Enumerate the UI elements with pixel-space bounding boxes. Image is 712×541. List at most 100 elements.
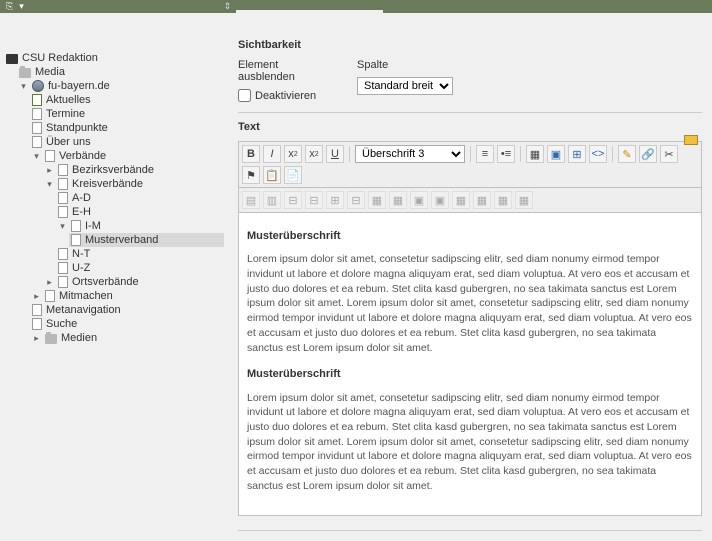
language-flag-icon[interactable] [684,135,698,145]
page-icon [45,290,55,302]
page-icon [32,136,42,148]
del-row-icon[interactable]: ⊟ [305,191,323,209]
table-x-icon[interactable]: ▦ [452,191,470,209]
merge-cells-icon[interactable]: ▦ [368,191,386,209]
tree-medien[interactable]: ▸ Medien [30,331,224,345]
tree-im[interactable]: ▾ I-M [56,219,224,233]
tree-icon[interactable]: ⎘ [6,1,13,12]
expand-icon[interactable]: ▸ [45,278,54,287]
bold-icon[interactable]: B [242,145,260,163]
page-tree-sidebar: CSU Redaktion Media ▾ fu-bayern.de [0,13,228,541]
tree-mitmachen[interactable]: ▸ Mitmachen [30,289,224,303]
row-props-icon[interactable]: ▥ [263,191,281,209]
tree-standpunkte[interactable]: Standpunkte [30,121,224,135]
insert-col-icon[interactable]: ⊞ [326,191,344,209]
superscript-icon[interactable]: x2 [305,145,323,163]
italic-icon[interactable]: I [263,145,281,163]
deactivate-checkbox[interactable]: Deaktivieren [238,89,333,102]
collapse-icon[interactable]: ▾ [19,82,28,91]
column-label: Spalte [357,59,453,71]
ordered-list-icon[interactable]: ≡ [476,145,494,163]
tree-site[interactable]: ▾ fu-bayern.de [17,79,224,93]
subscript-icon[interactable]: x2 [284,145,302,163]
expand-icon[interactable]: ▸ [45,166,54,175]
paste-icon[interactable]: 📋 [263,166,281,184]
sample-heading-2: Musterüberschrift [247,367,693,382]
page-icon [71,234,81,246]
tree-root-csu[interactable]: CSU Redaktion [4,51,224,65]
anchor-icon[interactable]: ⚑ [242,166,260,184]
tree-termine[interactable]: Termine [30,107,224,121]
tree-kreisverbaende[interactable]: ▾ Kreisverbände [43,177,224,191]
tree-suche[interactable]: Suche [30,317,224,331]
tree-ad[interactable]: A-D [56,191,224,205]
paste-text-icon[interactable]: 📄 [284,166,302,184]
deactivate-input[interactable] [238,89,251,102]
hide-element-label: Element ausblenden [238,59,333,83]
cell-props-icon[interactable]: ▣ [410,191,428,209]
tree-label: Kreisverbände [72,178,143,190]
collapse-icon[interactable]: ▾ [45,180,54,189]
page-icon [58,192,68,204]
format-select[interactable]: Überschrift 3 [355,145,465,163]
tree-label: Ortsverbände [72,276,139,288]
insert-image-icon[interactable]: ▣ [547,145,565,163]
tree-uz[interactable]: U-Z [56,261,224,275]
rte-separator [520,146,521,162]
underline-icon[interactable]: U [326,145,344,163]
content-panel: Sichtbarkeit Element ausblenden Deaktivi… [228,13,712,541]
server-icon [6,54,18,64]
page-icon [32,94,42,106]
tree-label: Mitmachen [59,290,113,302]
page-icon [58,248,68,260]
unlink-icon[interactable]: ✂ [660,145,678,163]
tree-label: Media [35,66,65,78]
clean-icon[interactable]: ✎ [618,145,636,163]
divider [238,530,702,531]
page-icon [32,108,42,120]
rte-toolbar: B I x2 x2 U Überschrift 3 ≡ •≡ ▦ ▣ ⊞ <> … [238,141,702,188]
table-y-icon[interactable]: ▦ [473,191,491,209]
collapse-icon[interactable]: ▾ [32,152,41,161]
tree-label: Medien [61,332,97,344]
cell-props2-icon[interactable]: ▣ [431,191,449,209]
filter-icon[interactable]: ▾ [19,1,24,12]
expand-icon[interactable]: ▸ [32,334,41,343]
table-props-icon[interactable]: ▤ [242,191,260,209]
tree-label: Aktuelles [46,94,91,106]
tree-metanavigation[interactable]: Metanavigation [30,303,224,317]
tree-nt[interactable]: N-T [56,247,224,261]
split-cell-icon[interactable]: ▦ [389,191,407,209]
page-icon [58,178,68,190]
tree-label: Suche [46,318,77,330]
rte-separator [470,146,471,162]
tree-musterverband[interactable]: Musterverband [69,233,224,247]
tree-verbaende[interactable]: ▾ Verbände [30,149,224,163]
divider [238,112,702,113]
tree-label: Metanavigation [46,304,121,316]
collapse-icon[interactable]: ▾ [58,222,67,231]
tree-label: U-Z [72,262,90,274]
insert-special-icon[interactable]: ⊞ [568,145,586,163]
tree-aktuelles[interactable]: Aktuelles [30,93,224,107]
table-z-icon[interactable]: ▦ [494,191,512,209]
tree-eh[interactable]: E-H [56,205,224,219]
del-col-icon[interactable]: ⊟ [347,191,365,209]
tree-bezirksverbaende[interactable]: ▸ Bezirksverbände [43,163,224,177]
insert-row-icon[interactable]: ⊟ [284,191,302,209]
tree-media[interactable]: Media [17,65,224,79]
link-icon[interactable]: 🔗 [639,145,657,163]
column-select[interactable]: Standard breit [357,77,453,95]
insert-table-icon[interactable]: ▦ [526,145,544,163]
tree-ueberuns[interactable]: Über uns [30,135,224,149]
tree-label: fu-bayern.de [48,80,110,92]
tree-ortsverbaende[interactable]: ▸ Ortsverbände [43,275,224,289]
html-icon[interactable]: <> [589,145,607,163]
rte-editor[interactable]: Musterüberschrift Lorem ipsum dolor sit … [238,213,702,516]
unordered-list-icon[interactable]: •≡ [497,145,515,163]
table-w-icon[interactable]: ▦ [515,191,533,209]
expand-icon[interactable]: ▸ [32,292,41,301]
folder-icon [19,68,31,78]
expand-icon[interactable]: ⇕ [224,1,232,12]
page-icon [58,276,68,288]
